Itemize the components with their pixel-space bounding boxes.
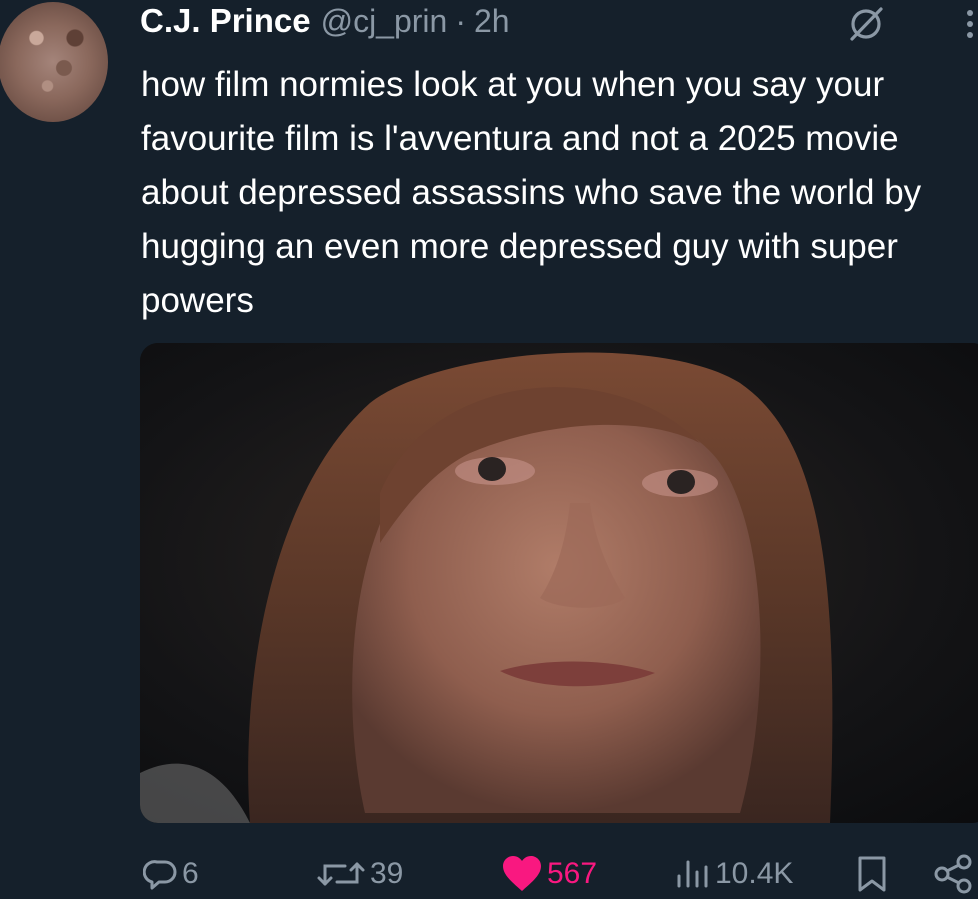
- avatar[interactable]: [0, 2, 108, 122]
- like-icon: [503, 856, 541, 891]
- header-separator: ·: [455, 3, 466, 39]
- reply-count: 6: [182, 857, 199, 890]
- view-count: 10.4K: [715, 857, 794, 890]
- bookmark-button[interactable]: [855, 852, 892, 896]
- author-handle[interactable]: @cj_prin: [321, 3, 448, 40]
- author-name[interactable]: C.J. Prince: [140, 2, 311, 40]
- like-count: 567: [547, 857, 598, 890]
- repost-count: 39: [370, 857, 404, 890]
- views-icon: [677, 860, 708, 888]
- bookmark-icon: [858, 856, 886, 892]
- reply-icon: [143, 860, 177, 890]
- action-bar: 6 39 567 10.4K: [0, 852, 978, 899]
- tweet-header: C.J. Prince @cj_prin · 2h: [140, 2, 510, 42]
- tweet-media-image[interactable]: [140, 343, 978, 823]
- tweet: C.J. Prince @cj_prin · 2h how film normi…: [0, 0, 978, 899]
- timestamp[interactable]: 2h: [474, 3, 510, 40]
- like-button[interactable]: 567: [500, 852, 597, 896]
- repost-button[interactable]: 39: [315, 852, 403, 896]
- more-icon[interactable]: [962, 8, 978, 42]
- grok-icon[interactable]: [848, 6, 884, 42]
- tweet-text: how film normies look at you when you sa…: [141, 65, 922, 320]
- reply-button[interactable]: 6: [143, 852, 199, 896]
- repost-icon: [317, 862, 365, 886]
- views-button[interactable]: 10.4K: [672, 852, 793, 896]
- share-icon: [934, 854, 972, 894]
- photo-icon: [140, 343, 978, 823]
- share-button[interactable]: [932, 852, 978, 896]
